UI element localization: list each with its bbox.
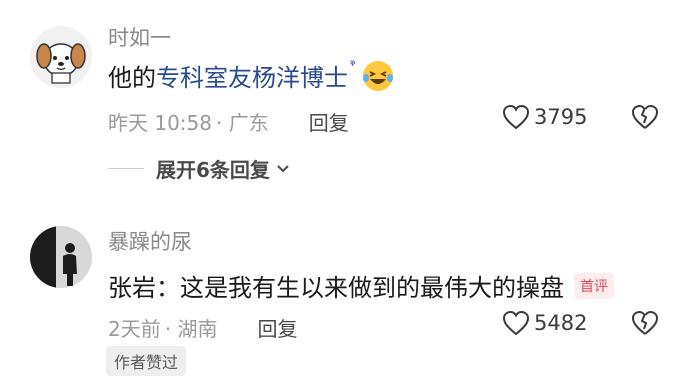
search-mark-icon: ᵠ <box>350 58 356 73</box>
silhouette-avatar-icon <box>30 226 92 288</box>
author-liked-badge: 作者赞过 <box>106 346 187 376</box>
comment-text: 他的 专科室友杨洋博士 ᵠ <box>108 58 395 93</box>
expand-replies-label: 展开6条回复 <box>156 158 270 182</box>
comment-text: 张岩：这是我有生以来做到的最伟大的操盘 首评 <box>108 268 614 303</box>
reply-button[interactable]: 回复 <box>257 313 297 342</box>
heart-icon <box>502 104 530 130</box>
broken-heart-icon <box>632 105 658 129</box>
like-count: 5482 <box>534 311 588 335</box>
dislike-button[interactable] <box>631 103 659 135</box>
puppy-avatar-icon <box>30 26 92 88</box>
comment-meta: 昨天 10:58 · 广东 回复 <box>108 107 349 136</box>
like-button[interactable]: 5482 <box>502 310 587 336</box>
comment-time: 2天前 <box>108 317 161 341</box>
comment-text-prefix: 他的 <box>108 64 156 92</box>
comment-username[interactable]: 时如一 <box>108 22 171 52</box>
chevron-down-icon <box>277 164 289 172</box>
comment-username[interactable]: 暴躁的尿 <box>108 226 192 256</box>
like-count: 3795 <box>534 105 588 129</box>
comment-location: · 广东 <box>216 111 269 135</box>
reply-button[interactable]: 回复 <box>309 107 349 136</box>
laughing-crying-emoji-icon <box>363 60 394 91</box>
divider-line <box>108 168 144 169</box>
user-avatar[interactable] <box>30 26 92 88</box>
heart-icon <box>502 310 530 336</box>
search-link[interactable]: 专科室友杨洋博士 <box>156 58 348 93</box>
like-button[interactable]: 3795 <box>502 104 587 130</box>
dislike-button[interactable] <box>631 309 659 341</box>
comment-text-body: 张岩：这是我有生以来做到的最伟大的操盘 <box>108 274 564 302</box>
broken-heart-icon <box>632 311 658 335</box>
user-avatar[interactable] <box>30 226 92 288</box>
comment-time: 昨天 10:58 <box>108 111 212 135</box>
comment-meta: 2天前 · 湖南 回复 <box>108 313 297 342</box>
first-comment-badge: 首评 <box>574 272 614 299</box>
expand-replies-row[interactable]: 展开6条回复 <box>108 154 290 183</box>
expand-replies-button[interactable]: 展开6条回复 <box>156 154 290 183</box>
comment-location: · 湖南 <box>164 317 218 341</box>
